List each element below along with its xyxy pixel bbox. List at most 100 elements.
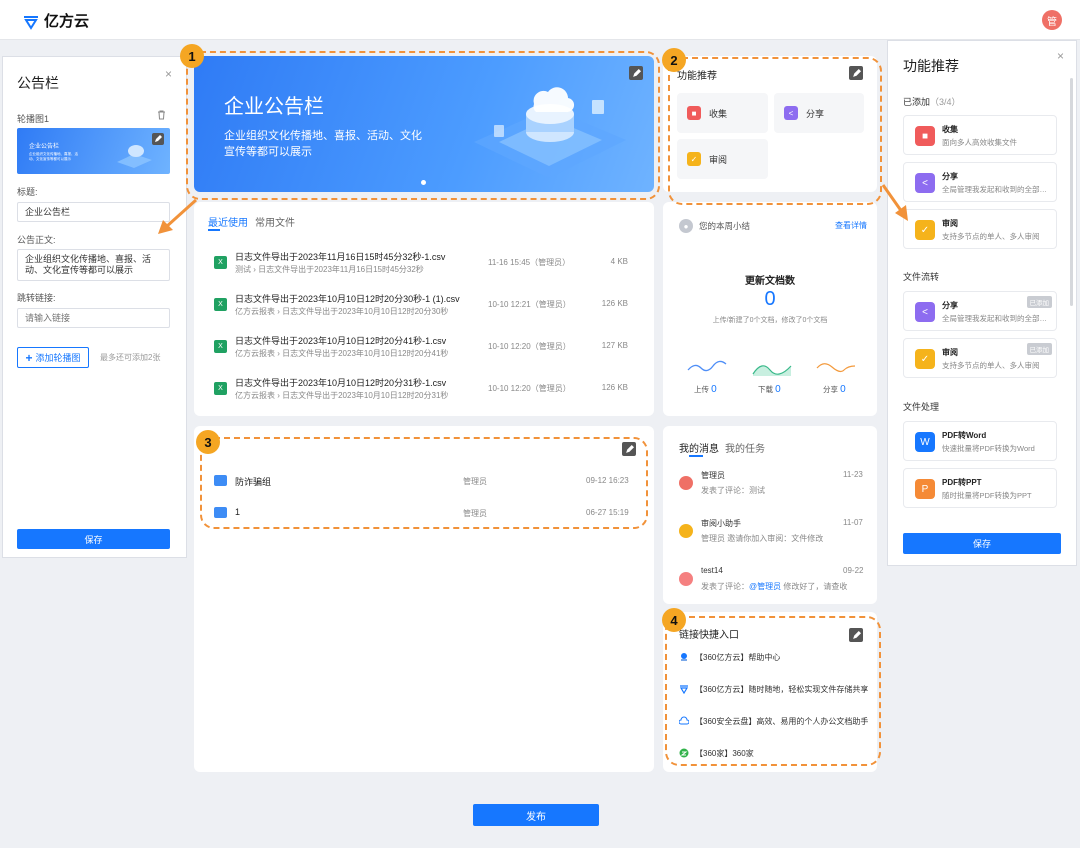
collect-icon: ■ [915, 126, 935, 146]
message-item[interactable]: test14 09-22 发表了评论：@管理员 修改好了，请查收 [679, 566, 865, 596]
excel-file-icon: X [214, 256, 227, 269]
file-row[interactable]: X 日志文件导出于2023年10月10日12时20分31秒-1.csv 亿方云报… [208, 372, 640, 408]
close-icon[interactable]: × [1057, 49, 1064, 63]
added-tag: 已添加 [1026, 296, 1052, 308]
add-carousel-button[interactable]: + 添加轮播图 [17, 347, 89, 368]
function-item-pdf-word[interactable]: W PDF转Word 快速批量将PDF转换为Word [903, 421, 1057, 461]
user-avatar[interactable]: 管 [1042, 10, 1062, 30]
function-item-review[interactable]: ✓ 审阅 支持多节点的单人、多人审阅 已添加 [903, 338, 1057, 378]
function-tile-collect[interactable]: ■ 收集 [677, 93, 768, 133]
review-icon: ✓ [687, 152, 701, 166]
edit-icon[interactable] [849, 66, 863, 80]
step-badge: 1 [180, 44, 204, 68]
function-item-share[interactable]: < 分享 全局管理我发起和收到的全部分享 [903, 162, 1057, 202]
link-field-label: 跳转链接: [17, 293, 56, 303]
function-item-share[interactable]: < 分享 全局管理我发起和收到的全部分享 已添加 [903, 291, 1057, 331]
save-button[interactable]: 保存 [17, 529, 170, 549]
trash-icon[interactable] [157, 110, 166, 120]
message-item[interactable]: 审阅小助手 11-07 管理员 邀请你加入审阅：文件修改 [679, 518, 865, 548]
file-time: 10-10 12:21（管理员） [488, 300, 571, 309]
function-name: 分享 [942, 301, 958, 310]
carousel-thumbnail[interactable]: 企业公告栏 企业组织文化传播地、喜报、活动、文化宣传等都可以展示 [17, 128, 170, 174]
function-desc: 全局管理我发起和收到的全部分享 [942, 185, 1054, 194]
message-item[interactable]: 管理员 11-23 发表了评论：测试 [679, 470, 865, 500]
stat-title: 更新文档数 [745, 276, 795, 287]
edit-icon[interactable] [622, 442, 636, 456]
file-name: 日志文件导出于2023年10月10日12时20分41秒-1.csv [235, 336, 447, 346]
file-path: 亿方云报表 › 日志文件导出于2023年10月10日12时20分41秒 [235, 349, 449, 358]
quick-links-title: 链接快捷入口 [679, 630, 739, 641]
folder-row[interactable]: 防诈骗组 管理员 09-12 16:23 [214, 470, 634, 492]
quick-link-item[interactable]: 【360家】360家 [679, 746, 869, 760]
function-tile-review[interactable]: ✓ 审阅 [677, 139, 768, 179]
user-icon: ● [679, 219, 693, 233]
view-details-link[interactable]: 查看详情 [835, 220, 867, 231]
added-tag: 已添加 [1026, 343, 1052, 355]
edit-icon[interactable] [629, 66, 643, 80]
tab-indicator [689, 455, 703, 457]
body-field-label: 公告正文: [17, 235, 56, 245]
function-item-review[interactable]: ✓ 审阅 支持多节点的单人、多人审阅 [903, 209, 1057, 249]
tab-frequent[interactable]: 常用文件 [255, 214, 295, 229]
file-path: 亿方云报表 › 日志文件导出于2023年10月10日12时20分31秒 [235, 391, 449, 400]
quick-link-item[interactable]: 【360亿方云】帮助中心 [679, 650, 869, 664]
share-sparkline-icon [816, 363, 856, 373]
step-badge: 4 [662, 608, 686, 632]
function-name: 收集 [942, 125, 958, 134]
cloud-illustration-icon [474, 87, 626, 178]
quick-link-item[interactable]: 【360安全云盘】高效、易用的个人办公文档助手 [679, 714, 869, 728]
publish-button[interactable]: 发布 [473, 804, 599, 826]
share-icon: < [915, 302, 935, 322]
file-size: 126 KB [601, 299, 628, 308]
quick-link-label: 【360亿方云】帮助中心 [695, 652, 781, 662]
function-item-collect[interactable]: ■ 收集 面向多人高效收集文件 [903, 115, 1057, 155]
scrollbar[interactable] [1070, 78, 1073, 306]
function-name: 审阅 [942, 348, 958, 357]
folder-owner: 管理员 [463, 509, 487, 518]
function-name: 审阅 [942, 219, 958, 228]
tab-recent[interactable]: 最近使用 [208, 214, 248, 229]
right-panel-title: 功能推荐 [903, 58, 959, 74]
tab-my-tasks[interactable]: 我的任务 [725, 440, 765, 455]
app-logo[interactable]: 亿方云 [22, 10, 89, 31]
excel-file-icon: X [214, 340, 227, 353]
message-date: 11-07 [843, 518, 863, 527]
download-sparkline-icon [752, 365, 792, 376]
file-row[interactable]: X 日志文件导出于2023年10月10日12时20分41秒-1.csv 亿方云报… [208, 330, 640, 366]
function-label: 审阅 [709, 154, 728, 165]
collect-icon: ■ [687, 106, 701, 120]
bulletin-banner[interactable]: 企业公告栏 企业组织文化传播地、喜报、活动、文化宣传等都可以展示 [194, 56, 654, 192]
folder-row[interactable]: 1 管理员 06-27 15:19 [214, 502, 634, 524]
messages-card: 我的消息 我的任务 管理员 11-23 发表了评论：测试 审阅小助手 11-07… [663, 426, 877, 604]
edit-icon[interactable] [849, 628, 863, 642]
function-desc: 面向多人高效收集文件 [942, 138, 1017, 147]
process-section-label: 文件处理 [903, 402, 940, 412]
link-input[interactable] [17, 308, 170, 328]
metric-share: 分享 0 [823, 384, 846, 395]
function-desc: 随时批量将PDF转换为PPT [942, 491, 1032, 500]
carousel-dot[interactable] [421, 180, 426, 185]
added-section-label: 已添加（3/4） [903, 97, 961, 107]
quick-link-item[interactable]: 【360亿方云】随时随地，轻松实现文件存储共享 [679, 682, 869, 696]
file-row[interactable]: X 日志文件导出于2023年11月16日15时45分32秒-1.csv 测试 ›… [208, 246, 640, 282]
tab-my-messages[interactable]: 我的消息 [679, 440, 719, 455]
metric-upload: 上传 0 [694, 384, 717, 395]
step-badge: 3 [196, 430, 220, 454]
plus-icon: + [25, 350, 33, 365]
title-input[interactable]: 企业公告栏 [17, 202, 170, 222]
function-item-pdf-ppt[interactable]: P PDF转PPT 随时批量将PDF转换为PPT [903, 468, 1057, 508]
panel-title: 公告栏 [17, 75, 59, 91]
message-sender: 审阅小助手 [701, 519, 741, 528]
quick-link-label: 【360安全云盘】高效、易用的个人办公文档助手 [695, 716, 869, 726]
message-text: 发表了评论：@管理员 修改好了，请查收 [701, 582, 848, 591]
body-textarea[interactable]: 企业组织文化传播地、喜报、活动、文化宣传等都可以展示 [17, 249, 170, 281]
function-tile-share[interactable]: < 分享 [774, 93, 864, 133]
save-button[interactable]: 保存 [903, 533, 1061, 554]
folder-icon [214, 507, 227, 518]
file-row[interactable]: X 日志文件导出于2023年10月10日12时20分30秒-1 (1).csv … [208, 288, 640, 324]
close-icon[interactable]: × [165, 67, 172, 81]
quick-link-label: 【360亿方云】随时随地，轻松实现文件存储共享 [695, 684, 869, 694]
function-card: 功能推荐 ■ 收集 < 分享 ✓ 审阅 [663, 56, 877, 192]
stat-value: 0 [764, 288, 776, 310]
upload-sparkline-icon [687, 360, 727, 372]
